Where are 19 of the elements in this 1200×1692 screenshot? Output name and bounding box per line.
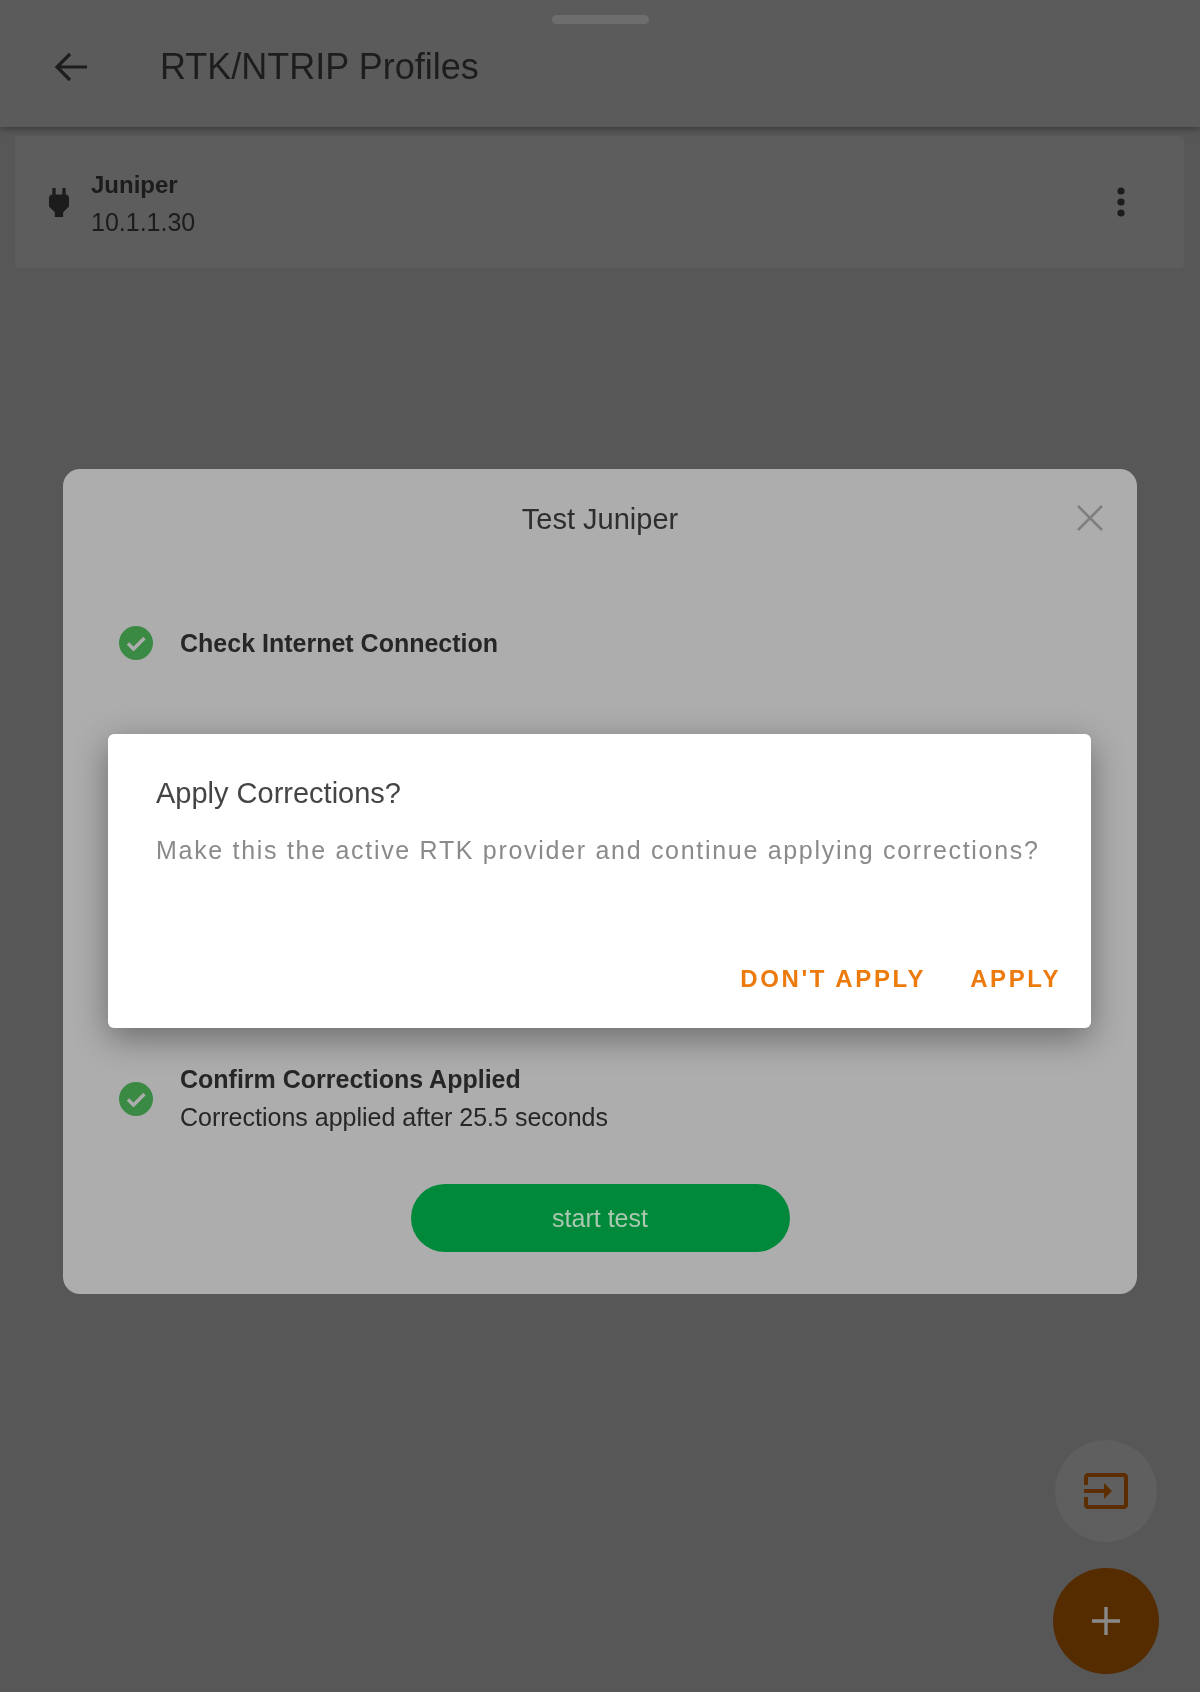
plug-icon	[49, 187, 69, 217]
alert-message: Make this the active RTK provider and continue applying corrections?	[156, 835, 1040, 866]
plus-icon	[1092, 1607, 1120, 1635]
profile-address: 10.1.1.30	[91, 207, 196, 238]
step-detail: Corrections applied after 25.5 seconds	[180, 1102, 609, 1133]
alert-title: Apply Corrections?	[156, 776, 401, 811]
start-test-button[interactable]: start test	[410, 1184, 790, 1252]
more-options-icon[interactable]	[1116, 187, 1126, 217]
dismiss-button[interactable]: DON'T APPLY	[730, 955, 935, 1003]
step-title: Check Internet Connection	[180, 627, 499, 659]
close-icon[interactable]	[1077, 505, 1103, 531]
screen-title: RTK/NTRIP Profiles	[160, 46, 479, 88]
input-icon	[1084, 1473, 1128, 1509]
dialog-title: Test Juniper	[521, 502, 679, 536]
profile-name: Juniper	[91, 170, 178, 200]
profile-card[interactable]: Juniper 10.1.1.30	[15, 136, 1184, 268]
apply-button[interactable]: APPLY	[960, 955, 1069, 1003]
back-arrow-icon[interactable]	[54, 52, 88, 82]
step-title: Confirm Corrections Applied	[180, 1064, 521, 1095]
